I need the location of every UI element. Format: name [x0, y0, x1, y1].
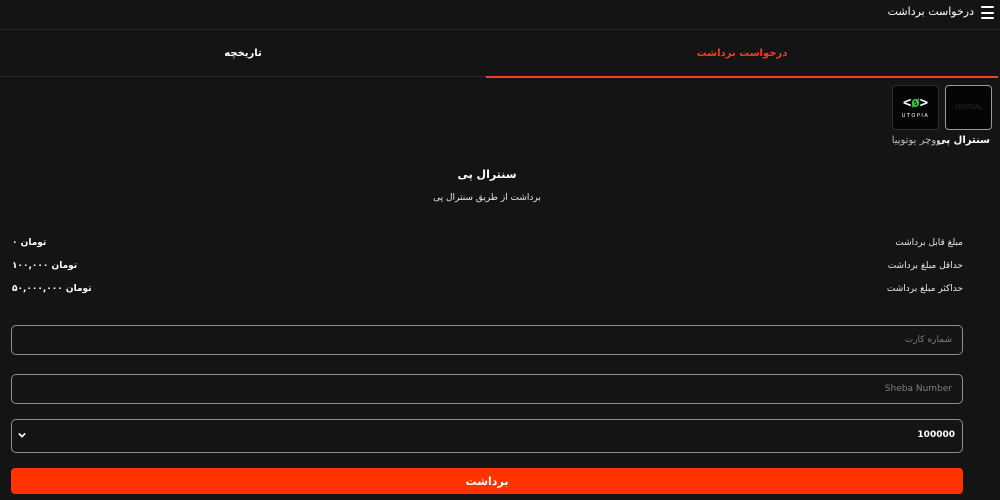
- tab-withdraw-request[interactable]: درخواست برداشت: [486, 30, 998, 78]
- amount-select[interactable]: 100000: [11, 419, 963, 453]
- chevron-down-icon: [18, 432, 26, 438]
- info-row-max: حداکثر مبلغ برداشت ۵۰,۰۰۰,۰۰۰ تومان: [0, 284, 1000, 298]
- tab-bar: تاریخچه درخواست برداشت: [0, 30, 1000, 78]
- utopia-mark-icon: <ø>: [902, 95, 929, 111]
- info-label: حداقل مبلغ برداشت: [887, 261, 963, 271]
- method-central-pay[interactable]: CENTRAL سنترال پی: [936, 85, 993, 146]
- info-value: ۱۰۰,۰۰۰ تومان: [12, 261, 78, 271]
- method-central-pay-label: سنترال پی: [936, 135, 990, 146]
- info-label: حداکثر مبلغ برداشت: [886, 284, 963, 294]
- info-row-min: حداقل مبلغ برداشت ۱۰۰,۰۰۰ تومان: [0, 261, 1000, 275]
- withdraw-submit-button[interactable]: برداشت: [11, 468, 963, 494]
- section-title: سنترال پی: [457, 168, 517, 181]
- method-utopia-voucher-label: ووچر یوتوپیا: [891, 135, 941, 146]
- central-pay-logo: CENTRAL: [945, 85, 992, 130]
- card-number-input[interactable]: [11, 325, 963, 355]
- info-row-withdrawable: مبلغ قابل برداشت ۰ تومان: [0, 238, 1000, 252]
- top-bar: درخواست برداشت: [0, 0, 1000, 30]
- utopia-logo: <ø> UTOPIA: [892, 85, 939, 130]
- amount-selected-value: 100000: [917, 430, 955, 440]
- info-label: مبلغ قابل برداشت: [895, 238, 963, 248]
- sheba-number-input[interactable]: [11, 374, 963, 404]
- page-title: درخواست برداشت: [887, 5, 974, 18]
- info-value: ۵۰,۰۰۰,۰۰۰ تومان: [12, 284, 92, 294]
- utopia-logo-text: UTOPIA: [901, 113, 930, 119]
- hamburger-menu-icon[interactable]: [981, 6, 994, 19]
- info-value: ۰ تومان: [12, 238, 47, 248]
- central-pay-logo-text: CENTRAL: [954, 104, 983, 111]
- tab-history[interactable]: تاریخچه: [0, 30, 486, 77]
- method-utopia-voucher[interactable]: <ø> UTOPIA ووچر یوتوپیا: [892, 85, 941, 146]
- section-subtitle: برداشت از طریق سنترال پی: [433, 193, 541, 203]
